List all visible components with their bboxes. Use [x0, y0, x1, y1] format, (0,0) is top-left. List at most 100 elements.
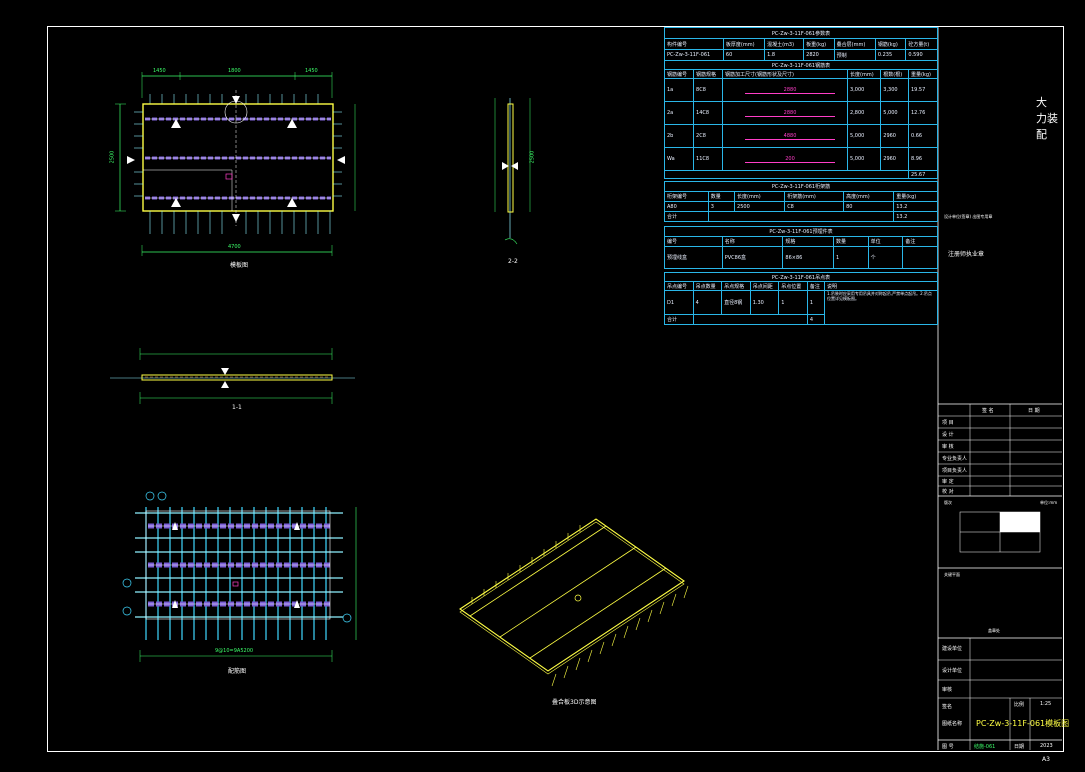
tb-sheet-value: 结施-061 [974, 744, 996, 750]
rebar-cell: Wa [663, 147, 695, 171]
project-title-line3: 配 [1036, 128, 1047, 141]
truss-cell: C8 [784, 201, 845, 212]
truss-header: 高度(mm) [843, 191, 895, 202]
truss-cell: A80 [664, 201, 709, 212]
rebar-plan-label: 配筋图 [228, 668, 247, 675]
iso-view-label: 叠合板3D示意图 [552, 699, 597, 706]
embed-header: 编号 [664, 236, 723, 247]
dim-side: 2500 [529, 150, 536, 164]
rebar-shape: 2880 [722, 78, 849, 102]
truss-header: 桁架筋(mm) [784, 191, 845, 202]
embed-cell: 1 [833, 246, 869, 269]
rebar-cell: 11C8 [693, 147, 724, 171]
component-table: PC-Zw-3-11F-061参数表 构件编号 板厚度(mm) 混凝土(m3) … [664, 27, 938, 61]
component-header: 板厚度(mm) [722, 38, 766, 50]
stamp-note: 注册师执业章 [948, 251, 985, 258]
rebar-cell: 2b [663, 124, 695, 148]
truss-cell: 80 [843, 201, 895, 212]
tb-label: 专业负责人 [942, 456, 968, 462]
embed-cell: 预埋线盒 [664, 246, 723, 269]
lifting-header: 吊点间距 [749, 281, 780, 291]
section-2-2-label: 2-2 [508, 258, 518, 265]
rebar-cell: 8C8 [693, 78, 724, 102]
tb-label: 校 对 [942, 489, 954, 495]
rebar-cell: 3,300 [880, 78, 909, 102]
plan-view-label: 模板图 [230, 262, 249, 269]
dim-rebar-bottom: 9@10=9A5200 [215, 648, 254, 654]
lifting-header: 吊点数量 [692, 281, 723, 291]
rebar-header: 钢筋规格 [693, 69, 724, 79]
lifting-table: PC-Zw-3-11F-061吊点表 吊点编号 吊点数量 吊点规格 吊点间距 吊… [664, 272, 938, 325]
component-table-title: PC-Zw-3-11F-061参数表 [664, 27, 938, 39]
rebar-cell: 14C8 [693, 101, 724, 125]
section-1-1-label: 1-1 [232, 404, 242, 411]
lifting-cell: 1 [806, 290, 826, 315]
dim-top-2: 1800 [228, 68, 241, 74]
rebar-cell: 5,000 [880, 101, 909, 125]
embed-header: 名称 [721, 236, 784, 247]
truss-header: 重量(kg) [893, 191, 938, 202]
rebar-cell: 19.57 [907, 78, 939, 102]
lifting-cell: 4 [806, 314, 826, 325]
tb-date-value: 2023 [1040, 743, 1053, 749]
lifting-cell: 1 [778, 290, 808, 315]
rebar-shape: 200 [722, 147, 849, 171]
project-title: 大 [1036, 96, 1047, 109]
rebar-shape: 2880 [722, 101, 849, 125]
tb-date-label: 日期 [1014, 744, 1025, 750]
tb-label: 项目负责人 [942, 468, 968, 474]
truss-cell: 2500 [734, 201, 786, 212]
isometric-view [459, 518, 689, 687]
tb-col-header-sign: 签 名 [982, 408, 994, 414]
embed-header: 备注 [902, 236, 938, 247]
lifting-header: 说明 [824, 281, 938, 291]
component-cell: 0.590 [905, 49, 938, 61]
section-2-2 [494, 98, 531, 245]
tb-label: 项 目 [942, 420, 954, 426]
sheet-size-label: A3 [1042, 756, 1050, 763]
rebar-header: 根数(根) [880, 69, 909, 79]
rebar-cell: 2,800 [847, 101, 882, 125]
truss-header: 桁架编号 [664, 191, 709, 202]
tb-col-header-date: 日 期 [1028, 408, 1040, 414]
embed-cell [902, 246, 938, 269]
company-note: 设计单位(签章) 出图专用章 [944, 214, 993, 219]
tb-sign: 签名 [942, 704, 953, 710]
plan-view [115, 72, 356, 256]
rebar-cell: 2C8 [693, 124, 724, 148]
tb-label: 设 计 [942, 432, 954, 438]
tb-seal: 盖章处 [988, 628, 1000, 633]
component-header: 砼方量(t) [905, 38, 938, 50]
rebar-cell: 12.76 [907, 101, 939, 125]
rebar-shape-length: 4880 [745, 133, 836, 140]
lifting-table-title: PC-Zw-3-11F-061吊点表 [664, 272, 938, 282]
tb-construction-label: 建设单位 [942, 646, 963, 652]
lifting-note: 1.吊装时应采用专用吊具并对称起吊,严禁单点起吊。2.吊点位置详见模板图。 [824, 290, 938, 325]
lifting-header: 吊点编号 [664, 281, 694, 291]
embed-header: 规格 [782, 236, 835, 247]
embed-header: 单位 [867, 236, 904, 247]
rebar-plan [122, 491, 357, 662]
rebar-cell: 5,000 [847, 124, 882, 148]
rebar-cell: 2a [663, 101, 695, 125]
component-header: 叠合层(mm) [833, 38, 876, 50]
dim-top-3: 1450 [305, 68, 318, 74]
lifting-header: 备注 [806, 281, 826, 291]
tb-key-plan: 关键平面 [944, 572, 960, 577]
tb-label: 审 核 [942, 444, 954, 450]
rebar-table: PC-Zw-3-11F-061钢筋表 钢筋编号 钢筋规格 钢筋加工尺寸(钢筋形状… [663, 60, 939, 179]
rebar-cell: 3,000 [847, 78, 882, 102]
rebar-total: 25.67 [907, 170, 939, 179]
embed-table: PC-Zw-3-11F-061预埋件表 编号 名称 规格 数量 单位 备注 预埋… [664, 226, 938, 269]
component-cell: 1.8 [764, 49, 805, 61]
lifting-header: 吊点规格 [721, 281, 751, 291]
lifting-cell: 1.30 [749, 290, 780, 315]
embed-cell: PVC86盒 [721, 246, 784, 269]
component-header: 钢筋(kg) [874, 38, 907, 50]
tb-scale: 1:25 [1040, 701, 1052, 707]
rebar-cell: 5,000 [847, 147, 882, 171]
rebar-shape-length: 200 [745, 156, 836, 163]
rebar-cell: 1a [663, 78, 695, 102]
lifting-cell: 合计 [664, 314, 694, 325]
tb-units: 单位:mm [1040, 500, 1058, 505]
